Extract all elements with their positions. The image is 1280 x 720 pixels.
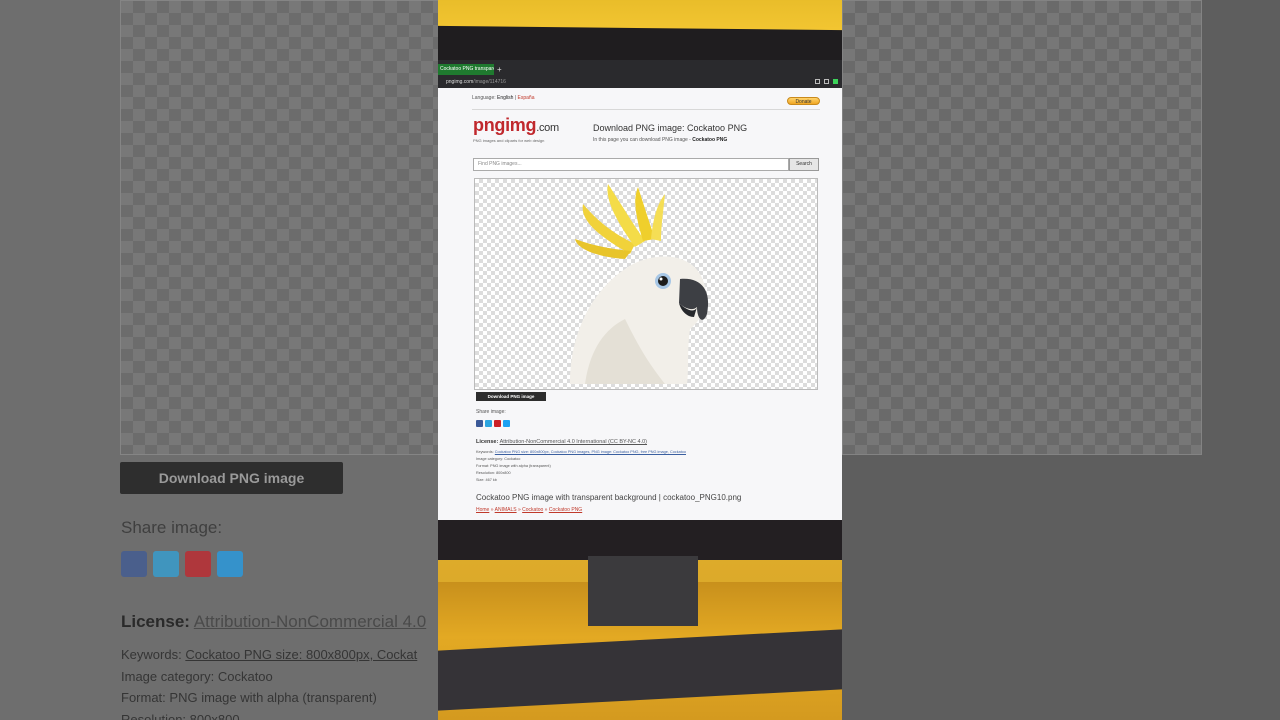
breadcrumb-animals[interactable]: ANIMALS	[495, 507, 517, 513]
header-divider	[472, 109, 820, 110]
search-input[interactable]: Find PNG images...	[473, 158, 789, 171]
share-icons	[476, 420, 510, 427]
download-png-button[interactable]: Download PNG image	[476, 392, 546, 401]
pinterest-icon[interactable]	[494, 420, 501, 427]
breadcrumb-separator: »	[517, 507, 521, 513]
keywords-label: Keywords:	[476, 450, 494, 454]
zoomed-keywords-label: Keywords:	[121, 647, 182, 662]
keywords-line: Keywords: Cockatoo PNG size: 800x800px, …	[476, 450, 686, 454]
logo-domain: .com	[536, 122, 559, 134]
shield-icon[interactable]	[833, 79, 838, 84]
language-current[interactable]: English	[497, 95, 513, 101]
telegram-icon[interactable]	[485, 420, 492, 427]
share-label: Share image:	[476, 409, 506, 415]
language-selector: Language: English | España	[472, 95, 535, 101]
monitor-photo: Cockatoo PNG transpare + pngimg.com/imag…	[438, 0, 842, 720]
resolution-value: 800x800	[496, 471, 511, 475]
logo-main: pngimg	[473, 115, 537, 135]
search-button[interactable]: Search	[789, 158, 819, 171]
extension-icon[interactable]	[824, 79, 829, 84]
zoomed-category: Image category: Cockatoo	[121, 669, 273, 684]
breadcrumb-separator: »	[490, 507, 494, 513]
new-tab-button[interactable]: +	[497, 64, 502, 75]
url-host: pngimg.com	[446, 79, 474, 85]
image-preview	[474, 178, 818, 390]
zoomed-category-label: Image category:	[121, 669, 215, 684]
site-tagline: PNG images and cliparts for web design	[473, 138, 545, 143]
breadcrumb-home[interactable]: Home	[476, 507, 489, 513]
format-value: PNG image with alpha (transparent)	[490, 464, 551, 468]
donate-button[interactable]: Donate	[787, 97, 820, 105]
browser-toolbar: Cockatoo PNG transpare + pngimg.com/imag…	[438, 60, 842, 88]
zoomed-format: Format: PNG image with alpha (transparen…	[121, 690, 377, 705]
zoomed-background-right	[842, 0, 1280, 720]
category-line: Image category: Cockatoo	[476, 457, 520, 461]
license-line: License: Attribution-NonCommercial 4.0 I…	[476, 439, 647, 445]
keywords-links[interactable]: Cockatoo PNG size: 800x800px, Cockatoo P…	[495, 450, 686, 454]
category-label: Image category:	[476, 457, 504, 461]
subtitle-prefix: In this page you can download PNG image …	[593, 137, 691, 143]
browser-extension-icons	[815, 79, 838, 84]
cockatoo-image	[570, 184, 709, 384]
zoomed-background-left: Download PNG image Share image: License:…	[0, 0, 438, 720]
breadcrumb: Home » ANIMALS » Cockatoo » Cockatoo PNG	[476, 507, 582, 513]
facebook-icon[interactable]	[476, 420, 483, 427]
extension-icon[interactable]	[815, 79, 820, 84]
category-value: Cockatoo	[504, 457, 521, 461]
zoomed-keywords: Keywords: Cockatoo PNG size: 800x800px, …	[121, 647, 417, 662]
zoomed-license-value: Attribution-NonCommercial 4.0	[193, 612, 427, 631]
zoomed-download-button: Download PNG image	[120, 462, 343, 494]
monitor-stand	[588, 556, 698, 626]
zoomed-format-label: Format:	[121, 690, 166, 705]
format-line: Format: PNG image with alpha (transparen…	[476, 464, 551, 468]
license-link[interactable]: Attribution-NonCommercial 4.0 Internatio…	[500, 439, 647, 445]
image-caption: Cockatoo PNG image with transparent back…	[476, 493, 742, 502]
breadcrumb-separator: »	[544, 507, 548, 513]
breadcrumb-current[interactable]: Cockatoo PNG	[549, 507, 582, 513]
zoomed-share-icons	[121, 551, 243, 577]
photo-stage: Download PNG image Share image: License:…	[0, 0, 1280, 720]
web-page: Language: English | España Donate pngimg…	[438, 88, 842, 524]
twitter-icon[interactable]	[503, 420, 510, 427]
telegram-icon	[153, 551, 179, 577]
zoomed-license-label: License:	[121, 612, 190, 631]
format-label: Format:	[476, 464, 490, 468]
zoomed-resolution-value: 800x800	[189, 712, 240, 720]
resolution-line: Resolution: 800x800	[476, 471, 511, 475]
size-value: 467 kb	[485, 478, 497, 482]
language-label: Language:	[472, 95, 496, 101]
twitter-icon	[217, 551, 243, 577]
license-label: License:	[476, 439, 499, 445]
browser-tab[interactable]: Cockatoo PNG transpare	[438, 64, 494, 75]
zoomed-share-label: Share image:	[121, 518, 223, 537]
size-label: Size:	[476, 478, 485, 482]
pinterest-icon	[185, 551, 211, 577]
site-logo[interactable]: pngimg.com	[473, 115, 559, 136]
zoomed-resolution-label: Resolution:	[121, 712, 187, 720]
url-path: /image/114716	[473, 79, 506, 85]
zoomed-category-value: Cockatoo	[217, 669, 273, 684]
zoomed-license: License: Attribution-NonCommercial 4.0	[121, 612, 426, 632]
facebook-icon	[121, 551, 147, 577]
size-line: Size: 467 kb	[476, 478, 497, 482]
zoomed-image-area	[120, 0, 438, 455]
zoomed-keywords-value: Cockatoo PNG size: 800x800px, Cockat	[185, 647, 418, 662]
resolution-label: Resolution:	[476, 471, 495, 475]
zoomed-format-value: PNG image with alpha (transparent)	[169, 690, 377, 705]
monitor-bezel-bottom	[438, 520, 842, 560]
page-subtitle: In this page you can download PNG image …	[593, 137, 727, 143]
language-separator: |	[514, 95, 517, 101]
language-alt-link[interactable]: España	[518, 95, 535, 101]
address-bar[interactable]: pngimg.com/image/114716	[446, 77, 826, 87]
subtitle-bold: Cockatoo PNG	[692, 137, 728, 143]
zoomed-resolution: Resolution: 800x800	[121, 712, 240, 720]
page-title: Download PNG image: Cockatoo PNG	[593, 123, 748, 133]
breadcrumb-category[interactable]: Cockatoo	[522, 507, 543, 513]
zoomed-image-area-right	[842, 0, 1202, 455]
